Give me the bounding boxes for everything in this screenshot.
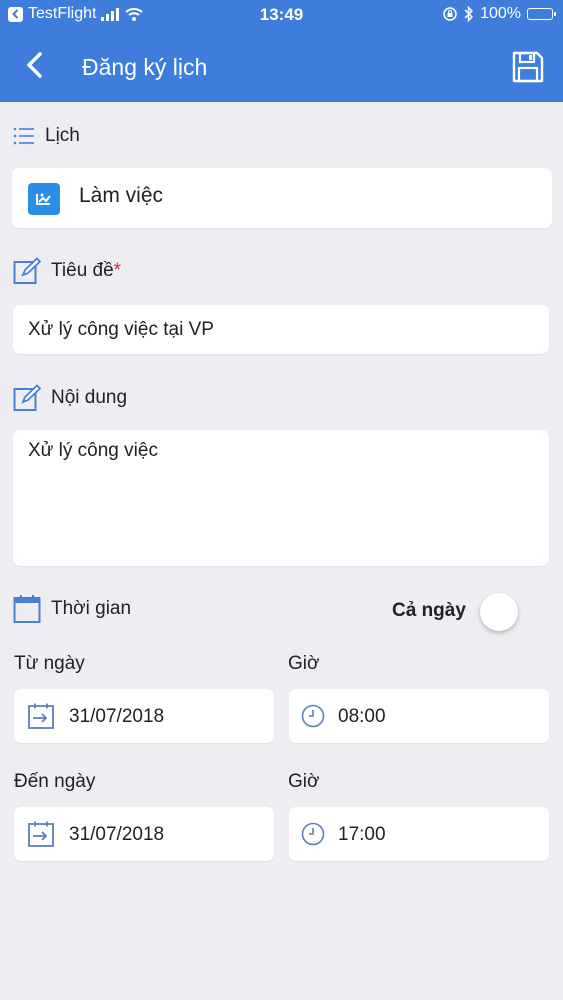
toggle-knob	[480, 593, 518, 631]
content-section-label: Nội dung	[13, 384, 127, 412]
calendar-section-label: Lịch	[13, 125, 80, 147]
calendar-label-text: Lịch	[45, 125, 80, 146]
work-calendar-icon	[28, 183, 60, 215]
back-chevron-icon[interactable]	[22, 50, 48, 80]
bluetooth-icon	[464, 6, 474, 22]
battery-percent: 100%	[480, 5, 521, 22]
required-mark: *	[113, 260, 122, 281]
from-time-label: Giờ	[288, 653, 320, 674]
save-icon[interactable]	[511, 50, 545, 84]
clock-icon	[301, 704, 325, 728]
to-date-picker[interactable]: 31/07/2018	[14, 807, 274, 861]
to-time-value: 17:00	[338, 824, 386, 845]
date-out-icon	[28, 821, 54, 847]
title-input-value: Xử lý công việc tại VP	[28, 319, 214, 340]
to-date-label: Đến ngày	[14, 771, 96, 792]
content-label-text: Nội dung	[51, 387, 128, 408]
clock-icon	[301, 822, 325, 846]
orientation-lock-icon	[443, 7, 457, 21]
time-label-text: Thời gian	[51, 598, 132, 619]
title-label-text: Tiêu đề	[51, 260, 114, 281]
all-day-toggle[interactable]	[480, 593, 522, 631]
status-right: 100%	[442, 5, 556, 23]
list-icon	[13, 127, 34, 145]
from-time-picker[interactable]: 08:00	[289, 689, 549, 743]
to-time-label: Giờ	[288, 771, 320, 792]
from-date-value: 31/07/2018	[69, 706, 165, 727]
calendar-value: Làm việc	[79, 184, 164, 207]
to-date-value: 31/07/2018	[69, 824, 165, 845]
calendar-icon	[13, 595, 41, 623]
from-date-label: Từ ngày	[14, 653, 85, 674]
edit-icon	[13, 384, 41, 411]
content-textarea[interactable]: Xử lý công việc	[13, 430, 549, 566]
title-input[interactable]: Xử lý công việc tại VP	[13, 305, 549, 354]
page-title: Đăng ký lịch	[82, 54, 208, 80]
title-section-label: Tiêu đề*	[13, 257, 121, 285]
battery-icon	[527, 8, 556, 20]
edit-icon	[13, 257, 41, 284]
from-date-picker[interactable]: 31/07/2018	[14, 689, 274, 743]
status-bar: TestFlight 13:49 100%	[0, 0, 563, 32]
content-textarea-value: Xử lý công việc	[28, 440, 158, 461]
time-section-label: Thời gian	[13, 594, 131, 624]
date-in-icon	[28, 703, 54, 729]
from-time-value: 08:00	[338, 706, 386, 727]
calendar-picker[interactable]: Làm việc	[12, 168, 552, 228]
all-day-label: Cả ngày	[392, 600, 466, 621]
app-header: TestFlight 13:49 100% Đăng ký lịch	[0, 0, 563, 102]
to-time-picker[interactable]: 17:00	[289, 807, 549, 861]
